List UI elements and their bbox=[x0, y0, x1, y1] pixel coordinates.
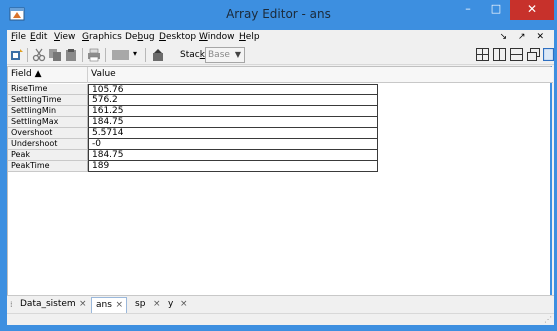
tab-sp[interactable]: sp bbox=[131, 297, 151, 313]
menu-graphics[interactable]: Graphics bbox=[82, 32, 122, 42]
table-row[interactable]: SettlingTime 576.2 bbox=[8, 95, 553, 106]
value-cell[interactable]: 184.75 bbox=[88, 150, 378, 161]
copy-icon[interactable] bbox=[48, 48, 62, 62]
cut-icon[interactable] bbox=[32, 48, 46, 62]
table-row[interactable]: Overshoot 5.5714 bbox=[8, 128, 553, 139]
stack-label: Stack: bbox=[180, 50, 208, 60]
plot-dropdown-icon[interactable]: ▾ bbox=[133, 49, 141, 63]
toolbar: ▾ Stack: Base ▼ bbox=[7, 46, 554, 65]
float-window-icon[interactable] bbox=[527, 48, 540, 61]
menu-debug[interactable]: Debug bbox=[125, 32, 155, 42]
tab-close-icon[interactable]: × bbox=[180, 297, 188, 311]
paste-icon[interactable] bbox=[64, 48, 78, 62]
tab-close-icon[interactable]: × bbox=[153, 297, 161, 311]
menu-window[interactable]: Window bbox=[199, 32, 235, 42]
new-variable-icon[interactable] bbox=[10, 48, 24, 62]
table-row[interactable]: SettlingMin 161.25 bbox=[8, 106, 553, 117]
close-button[interactable]: ✕ bbox=[510, 0, 554, 20]
table-row[interactable]: Undershoot -0 bbox=[8, 139, 553, 150]
tab-grip-icon: ⁞ bbox=[10, 300, 13, 309]
menu-view[interactable]: View bbox=[54, 32, 75, 42]
tile-grid-icon[interactable] bbox=[476, 48, 489, 61]
column-header-field[interactable]: Field ▲ bbox=[8, 67, 88, 83]
stack-select-value: Base bbox=[208, 50, 230, 60]
table-row[interactable]: Peak 184.75 bbox=[8, 150, 553, 161]
toolbar-separator bbox=[82, 48, 83, 62]
field-cell[interactable]: SettlingTime bbox=[8, 95, 88, 106]
table-body: RiseTime 105.76 SettlingTime 576.2 Settl… bbox=[8, 84, 553, 172]
tab-data-sistem[interactable]: Data_sistem bbox=[16, 297, 78, 313]
print-icon[interactable] bbox=[87, 48, 101, 62]
array-editor-window: Array Editor - ans – □ ✕ File Edit View … bbox=[0, 0, 557, 331]
value-cell[interactable]: 161.25 bbox=[88, 106, 378, 117]
menu-desktop[interactable]: Desktop bbox=[159, 32, 196, 42]
tile-columns-icon[interactable] bbox=[493, 48, 506, 61]
field-cell[interactable]: PeakTime bbox=[8, 161, 88, 172]
struct-table: Field ▲ Value RiseTime 105.76 SettlingTi… bbox=[7, 66, 553, 324]
toolbar-separator bbox=[105, 48, 106, 62]
menu-bar: File Edit View Graphics Debug Desktop Wi… bbox=[7, 30, 554, 46]
field-cell[interactable]: Undershoot bbox=[8, 139, 88, 150]
value-cell[interactable]: 5.5714 bbox=[88, 128, 378, 139]
field-cell[interactable]: SettlingMax bbox=[8, 117, 88, 128]
client-area: File Edit View Graphics Debug Desktop Wi… bbox=[7, 30, 554, 324]
plot-selection-icon[interactable] bbox=[111, 48, 131, 62]
value-cell[interactable]: 105.76 bbox=[88, 84, 378, 95]
table-header: Field ▲ Value bbox=[8, 67, 553, 83]
value-cell[interactable]: 189 bbox=[88, 161, 378, 172]
resize-grip-icon[interactable]: ⋰ bbox=[544, 315, 552, 324]
tab-y[interactable]: y bbox=[164, 297, 178, 313]
value-cell[interactable]: 576.2 bbox=[88, 95, 378, 106]
field-cell[interactable]: Peak bbox=[8, 150, 88, 161]
dock-controls[interactable]: ↘ ↗ ✕ bbox=[500, 32, 548, 42]
menu-file[interactable]: File bbox=[11, 32, 26, 42]
field-cell[interactable]: RiseTime bbox=[8, 84, 88, 95]
tab-close-icon[interactable]: × bbox=[79, 297, 87, 311]
column-header-value[interactable]: Value bbox=[88, 67, 188, 83]
table-row[interactable]: RiseTime 105.76 bbox=[8, 84, 553, 95]
table-row[interactable]: SettlingMax 184.75 bbox=[8, 117, 553, 128]
menu-edit[interactable]: Edit bbox=[30, 32, 47, 42]
status-bar: ⋰ bbox=[7, 313, 554, 325]
tile-rows-icon[interactable] bbox=[510, 48, 523, 61]
value-cell[interactable]: 184.75 bbox=[88, 117, 378, 128]
menu-help[interactable]: Help bbox=[239, 32, 260, 42]
minimize-button[interactable]: – bbox=[454, 0, 482, 20]
maximize-document-icon[interactable] bbox=[543, 48, 554, 61]
toolbar-separator bbox=[27, 48, 28, 62]
title-bar[interactable]: Array Editor - ans – □ ✕ bbox=[0, 0, 557, 30]
maximize-button[interactable]: □ bbox=[482, 0, 510, 20]
tab-label: ans bbox=[96, 300, 112, 310]
toolbar-separator bbox=[145, 48, 146, 62]
variable-tab-bar: ⁞ Data_sistem × ans × sp × y × bbox=[7, 295, 554, 313]
chevron-down-icon: ▼ bbox=[234, 50, 241, 59]
tab-close-icon[interactable]: × bbox=[115, 298, 123, 313]
table-row[interactable]: PeakTime 189 bbox=[8, 161, 553, 172]
tab-ans[interactable]: ans × bbox=[91, 297, 127, 313]
field-cell[interactable]: SettlingMin bbox=[8, 106, 88, 117]
field-cell[interactable]: Overshoot bbox=[8, 128, 88, 139]
stack-select[interactable]: Base ▼ bbox=[205, 47, 245, 63]
value-cell[interactable]: -0 bbox=[88, 139, 378, 150]
stack-up-icon[interactable] bbox=[151, 48, 165, 62]
